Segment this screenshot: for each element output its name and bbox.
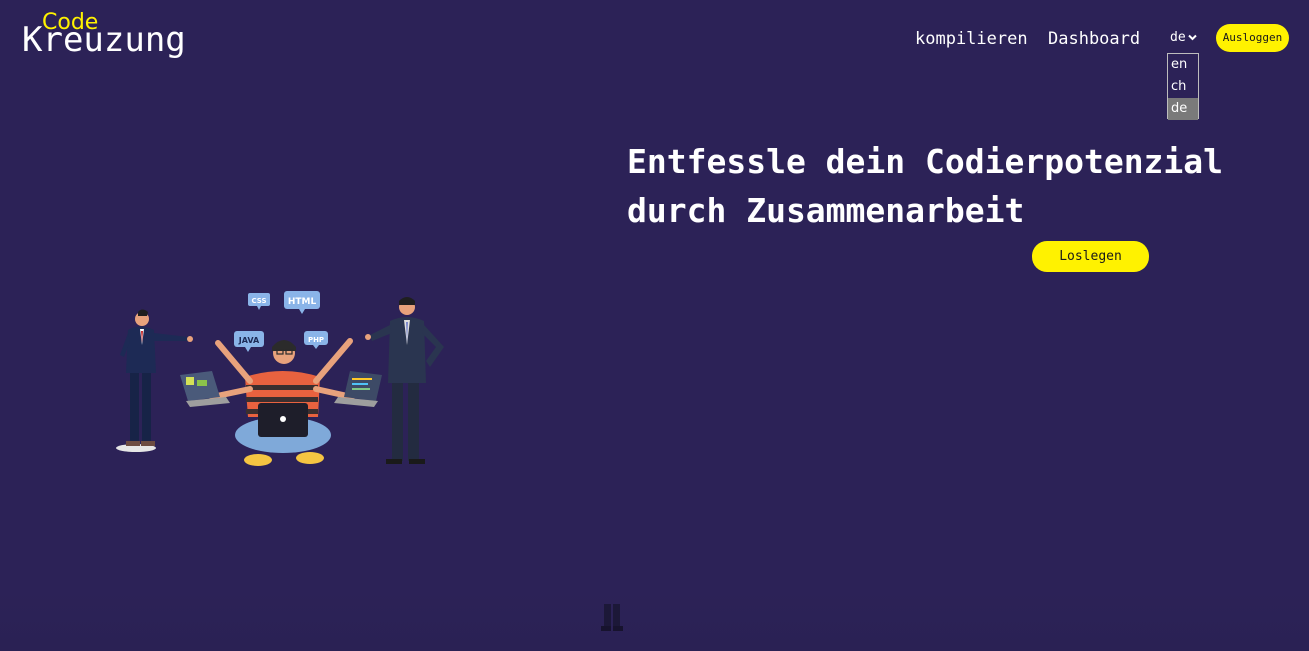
logout-button[interactable]: Ausloggen [1216, 24, 1289, 52]
language-option-ch[interactable]: ch [1168, 76, 1198, 98]
logo-main-text: Kreuzung [22, 20, 186, 60]
bubble-php: PHP [308, 336, 324, 344]
nav-compile-link[interactable]: kompilieren [915, 28, 1028, 50]
bottom-decoration [0, 590, 1309, 651]
bubble-css: CSS [251, 297, 266, 305]
logo[interactable]: Code Kreuzung [22, 10, 222, 62]
language-selected-value: de [1170, 30, 1186, 45]
hero-illustration: CSS HTML JAVA PHP [100, 285, 460, 480]
hero-headline: Entfessle dein Codierpotenzial durch Zus… [627, 142, 1224, 230]
chevron-down-icon [1187, 30, 1197, 46]
language-option-en[interactable]: en [1168, 54, 1198, 76]
bubble-java: JAVA [238, 336, 260, 345]
language-select[interactable]: de [1170, 30, 1197, 46]
developer-figure [180, 338, 382, 466]
businessman-left-figure [116, 309, 193, 452]
nav-dashboard-link[interactable]: Dashboard [1048, 28, 1140, 50]
language-dropdown: en ch de [1167, 53, 1199, 120]
language-option-de[interactable]: de [1168, 98, 1198, 120]
bottom-figure-illustration [598, 600, 628, 640]
bubble-html: HTML [288, 297, 317, 307]
get-started-button[interactable]: Loslegen [1032, 241, 1149, 272]
